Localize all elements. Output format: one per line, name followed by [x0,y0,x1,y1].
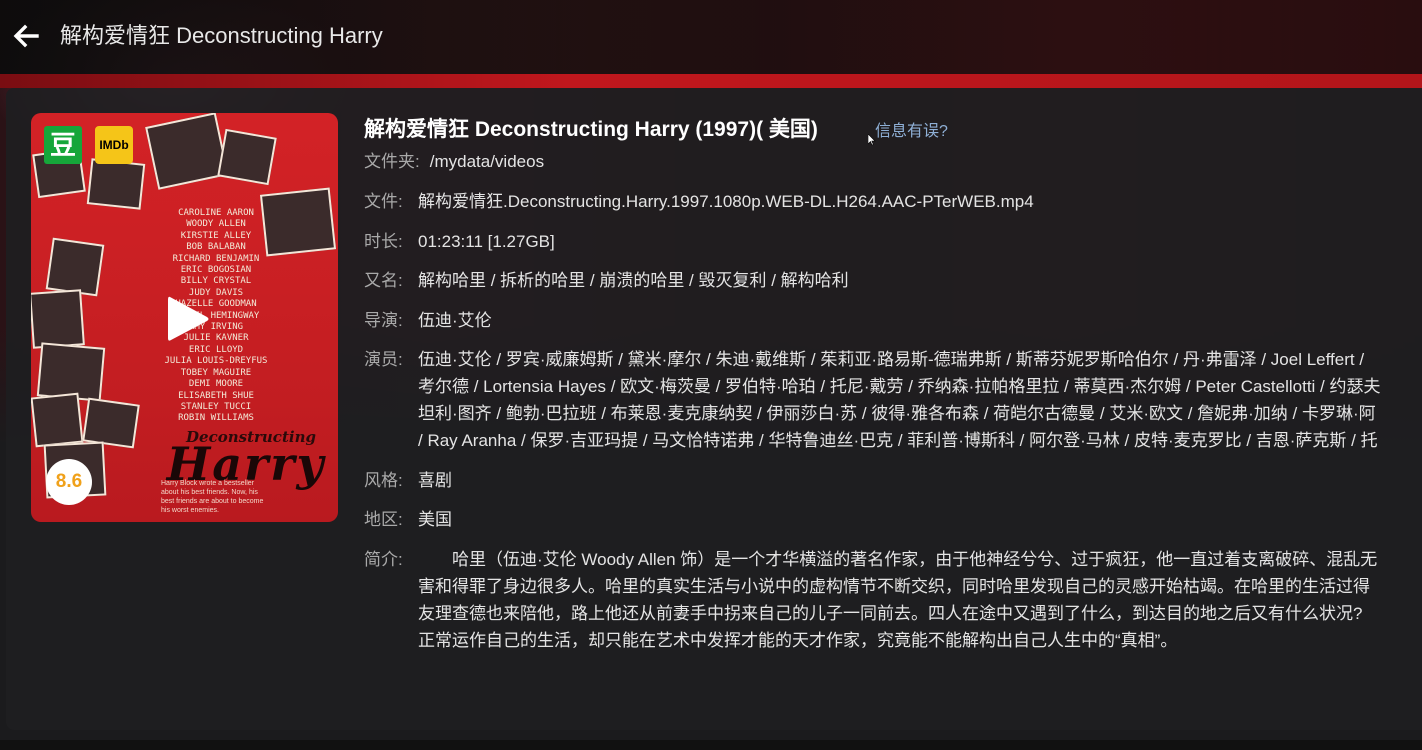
poster-credit-name: BILLY CRYSTAL [180,276,252,287]
file-value: 解构爱情狂.Deconstructing.Harry.1997.1080p.WE… [418,192,1034,211]
mouse-cursor-icon [868,134,876,146]
poster-credit-name: BOB BALABAN [186,242,246,253]
file-label: 文件: [364,192,403,211]
director-value[interactable]: 伍迪·艾伦 [418,307,492,334]
region-label: 地区: [364,510,403,529]
backdrop-stripe [0,74,1422,88]
imdb-badge[interactable]: IMDb [95,126,133,164]
summary-line: 哈里（伍迪·艾伦 Woody Allen 饰）是一个才华横溢的著名作家，由于他神… [418,550,1378,569]
summary-value: 哈里（伍迪·艾伦 Woody Allen 饰）是一个才华横溢的著名作家，由于他神… [418,546,1377,654]
poster-credit-name: CAROLINE AARON [178,208,254,218]
poster-credit-name: TOBEY MAGUIRE [180,367,252,378]
folder-label: 文件夹: [364,152,420,171]
poster-photo [82,397,140,449]
poster-tagline: Harry Block wrote a bestseller about his… [161,480,264,514]
poster-photo [259,187,337,257]
aka-label: 又名: [364,271,403,290]
region-row: 地区: 美国 [364,506,1422,533]
poster-photo [31,289,85,349]
movie-poster[interactable]: CAROLINE AARON WOODY ALLEN KIRSTIE ALLEY BO… [31,113,338,522]
poster-credit-name: JULIA LOUIS-DREYFUS [164,356,268,367]
file-row: 文件: 解构爱情狂.Deconstructing.Harry.1997.1080… [364,188,1422,215]
aka-value: 解构哈里 / 拆析的哈里 / 崩溃的哈里 / 毁灭复利 / 解构哈利 [418,271,849,290]
arrow-left-icon [13,24,39,48]
report-error-link[interactable]: 信息有误? [875,122,948,142]
back-button[interactable] [10,20,42,52]
duration-label: 时长: [364,232,403,251]
genre-value: 喜剧 [418,471,452,490]
summary-line: 正常运作自己的生活，却只能在艺术中发挥才能的天才作家，究竟能不能解构出自己人生中… [418,631,1178,650]
rating-badge: 8.6 [46,459,92,505]
cast-line: 坦利·图齐 / 鲍勃·巴拉班 / 布莱恩·麦克康纳契 / 伊丽莎白·苏 / 彼得… [418,404,1376,423]
summary-label: 简介: [364,550,403,569]
movie-detail-page: 解构爱情狂 Deconstructing Harry CAROLINE AARO… [0,0,1422,750]
region-value: 美国 [418,510,452,529]
poster-credit-name: RICHARD BENJAMIN [172,253,260,264]
cast-line: / Ray Aranha / 保罗·吉亚玛提 / 马文恰特诺弗 / 华特鲁迪丝·… [418,431,1378,450]
poster-photo [31,392,84,448]
movie-title: 解构爱情狂 Deconstructing Harry (1997)( 美国) [364,118,818,141]
poster-credit-name: ROBIN WILLIAMS [178,413,254,424]
duration-row: 时长: 01:23:11 [1.27GB] [364,228,1422,255]
poster-photo [45,237,105,297]
poster-photo [86,158,146,210]
douban-badge[interactable]: 豆 [44,126,82,164]
folder-row: 文件夹: /mydata/videos [364,148,544,175]
poster-credit-name: ERIC BOGOSIAN [180,265,252,276]
folder-value: /mydata/videos [429,152,545,171]
cast-row: 演员: 伍迪·艾伦 / 罗宾·威廉姆斯 / 黛米·摩尔 / 朱迪·戴维斯 / 茱… [364,346,1422,454]
director-label: 导演: [364,311,403,330]
director-row: 导演: 伍迪·艾伦 [364,307,1422,334]
poster-photo [145,113,229,190]
header-bar: 解构爱情狂 Deconstructing Harry [0,0,1422,74]
summary-row: 简介: 哈里（伍迪·艾伦 Woody Allen 饰）是一个才华横溢的著名作家，… [364,546,1422,656]
poster-credit-name: STANLEY TUCCI [180,401,252,412]
summary-line: 害和得罪了身边很多人。哈里的真实生活与小说中的虚构情节不断交织，同时哈里发现自己… [418,577,1370,596]
cast-line: 考尔德 / Lortensia Hayes / 欧文·梅茨曼 / 罗伯特·哈珀 … [418,377,1381,396]
cast-line: 伍迪·艾伦 / 罗宾·威廉姆斯 / 黛米·摩尔 / 朱迪·戴维斯 / 茱莉亚·路… [418,350,1365,369]
poster-credit-name: KIRSTIE ALLEY [180,230,252,241]
genre-label: 风格: [364,471,403,490]
cast-value: 伍迪·艾伦 / 罗宾·威廉姆斯 / 黛米·摩尔 / 朱迪·戴维斯 / 茱莉亚·路… [418,346,1381,454]
poster-credit-name: WOODY ALLEN [186,219,246,230]
poster-photo [217,128,277,186]
duration-value: 01:23:11 [1.27GB] [418,232,555,251]
summary-line: 友理查德也来陪他，路上他还从前妻手中拐来自己的儿子一同前去。四人在途中又遇到了什… [418,604,1363,623]
page-title: 解构爱情狂 Deconstructing Harry [60,23,383,48]
poster-credit-name: DEMI MOORE [188,379,244,390]
genre-row: 风格: 喜剧 [364,467,1422,494]
bottom-strip [0,740,1422,750]
play-button[interactable] [164,293,212,345]
play-icon [168,296,209,341]
poster-credit-name: ERIC LLOYD [188,344,244,355]
poster-credit-name: ELISABETH SHUE [178,390,254,401]
cast-label: 演员: [364,350,403,369]
aka-row: 又名: 解构哈里 / 拆析的哈里 / 崩溃的哈里 / 毁灭复利 / 解构哈利 [364,267,1422,294]
